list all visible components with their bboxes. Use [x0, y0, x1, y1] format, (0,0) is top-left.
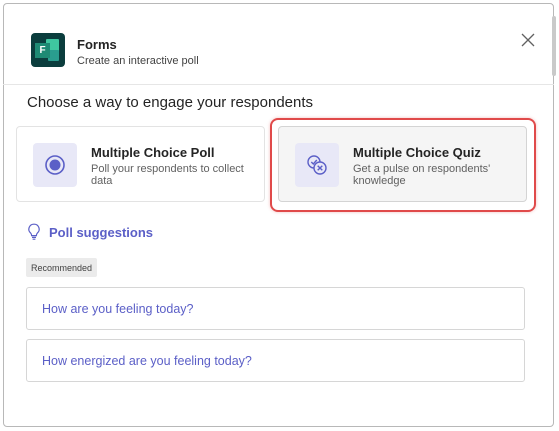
- forms-logo-letter: F: [35, 43, 50, 58]
- app-subtitle: Create an interactive poll: [77, 55, 199, 67]
- card-title: Multiple Choice Poll: [91, 145, 215, 160]
- scrollbar[interactable]: [552, 16, 556, 76]
- suggestion-item[interactable]: How energized are you feeling today?: [26, 339, 525, 382]
- radio-button-icon: [45, 155, 65, 175]
- section-heading: Choose a way to engage your respondents: [27, 94, 314, 111]
- header-divider: [3, 84, 554, 85]
- forms-app-icon: F: [31, 33, 65, 67]
- multiple-choice-poll-card[interactable]: Multiple Choice Poll Poll your responden…: [16, 126, 265, 202]
- suggestion-item[interactable]: How are you feeling today?: [26, 287, 525, 330]
- app-title: Forms: [77, 37, 117, 52]
- recommended-tag: Recommended: [26, 258, 98, 277]
- lightbulb-icon: [28, 223, 40, 240]
- close-icon: [521, 33, 535, 47]
- close-button[interactable]: [518, 30, 538, 50]
- poll-icon-box: [33, 143, 77, 187]
- selection-highlight: [270, 118, 536, 212]
- poll-suggestions-label: Poll suggestions: [49, 225, 154, 240]
- card-description: Poll your respondents to collect data: [91, 163, 244, 187]
